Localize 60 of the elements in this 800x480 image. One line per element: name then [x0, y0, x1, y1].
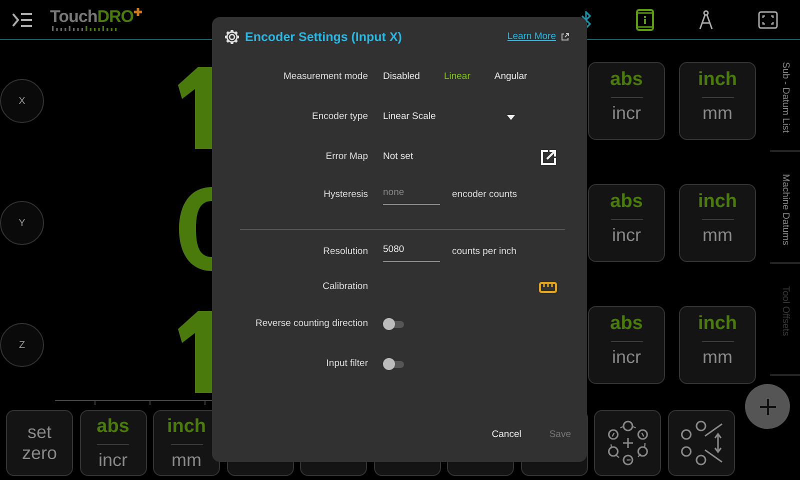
field-label: Reverse counting direction — [254, 316, 368, 331]
bluetooth-button[interactable] — [580, 10, 592, 28]
field-label: Measurement mode — [282, 70, 368, 84]
field-value: Not set — [383, 150, 414, 164]
mode-option[interactable]: Angular — [494, 70, 528, 84]
external-link-icon — [561, 33, 569, 41]
mode-option[interactable]: Linear — [444, 70, 470, 84]
add-icon — [758, 398, 776, 416]
mode-option[interactable]: Disabled — [383, 70, 420, 84]
field-label: Input filter — [325, 356, 368, 371]
axis-button[interactable]: Z — [0, 323, 44, 367]
toolbar-button[interactable] — [668, 410, 734, 476]
toggle-button[interactable]: abs incr — [588, 62, 665, 140]
input-field[interactable]: none — [383, 185, 440, 205]
learn-more-link[interactable]: Learn More — [507, 30, 556, 44]
set-zero-button[interactable]: set zero — [6, 410, 73, 476]
ruler-icon — [539, 282, 557, 292]
input-field[interactable]: 5080 — [383, 242, 440, 262]
info-button[interactable] — [636, 8, 654, 30]
toggle-button[interactable]: abs incr — [588, 306, 665, 384]
caret-icon — [507, 114, 515, 120]
external-link-icon — [540, 148, 557, 166]
fullscreen-icon — [758, 10, 778, 28]
dropdown-field[interactable]: Linear Scale — [383, 110, 515, 124]
bolt-circle-icon — [608, 420, 648, 466]
dialog-button[interactable]: Cancel — [492, 428, 522, 442]
field-label: Resolution — [322, 244, 368, 259]
compass-icon — [698, 10, 714, 30]
unit-label: counts per inch — [452, 244, 516, 259]
bolt-circle-rotate-icon — [681, 420, 723, 466]
gear-icon — [224, 29, 240, 45]
toggle-button[interactable]: inch mm — [679, 306, 756, 384]
field-label: Calibration — [322, 280, 368, 294]
phone-info-icon — [636, 8, 654, 30]
toggle-button[interactable]: inch mm — [153, 410, 220, 476]
field-label: Hysteresis — [322, 188, 368, 202]
add-button[interactable] — [745, 384, 790, 429]
toggle-button[interactable]: inch mm — [679, 62, 756, 140]
menu-icon — [12, 12, 32, 26]
unit-label: encoder counts — [452, 188, 517, 202]
toggle-button[interactable]: inch mm — [679, 184, 756, 262]
compass-button[interactable] — [698, 10, 714, 30]
axis-button[interactable]: Y — [0, 201, 44, 245]
field-label: Error Map — [324, 150, 368, 164]
toggle-switch[interactable] — [383, 358, 404, 370]
calibrate-button[interactable] — [539, 282, 557, 292]
dialog-title: Encoder Settings (Input X) — [245, 28, 402, 46]
axis-button[interactable]: X — [0, 79, 44, 123]
app-logo: TouchDRO — [50, 8, 142, 31]
menu-button[interactable] — [12, 12, 32, 26]
side-tab[interactable]: Machine Datums — [770, 152, 800, 264]
side-tab[interactable]: Sub - Datum List — [770, 40, 800, 152]
bluetooth-icon — [580, 10, 592, 28]
toggle-button[interactable]: abs incr — [588, 184, 665, 262]
toggle-button[interactable]: abs incr — [80, 410, 146, 476]
toggle-switch[interactable] — [383, 318, 404, 330]
toolbar-button[interactable] — [594, 410, 661, 476]
open-button[interactable] — [540, 148, 557, 166]
field-label: Encoder type — [311, 110, 368, 124]
fullscreen-button[interactable] — [758, 10, 778, 28]
